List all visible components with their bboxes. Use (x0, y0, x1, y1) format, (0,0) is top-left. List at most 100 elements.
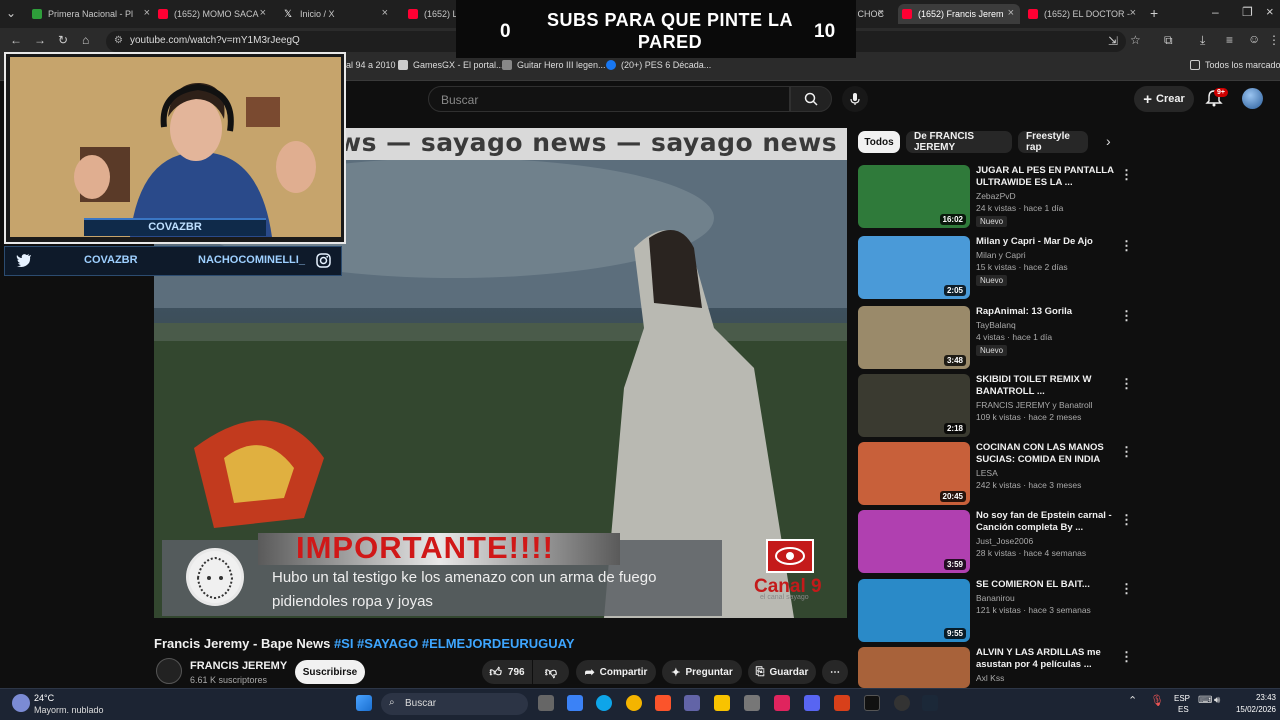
share-button[interactable]: ➦ Compartir (576, 660, 656, 684)
tray-chevron-icon[interactable]: ⌃ (1128, 694, 1137, 707)
taskbar-search[interactable]: ⌕ Buscar (381, 693, 528, 715)
recommendation-channel[interactable]: Just_Jose2006 (976, 536, 1033, 546)
chip-all[interactable]: Todos (858, 131, 900, 153)
minimize-icon[interactable]: – (1212, 5, 1219, 19)
more-vert-icon[interactable]: ⋮ (1120, 238, 1133, 254)
clock-date[interactable]: 15/02/2026 (1230, 705, 1276, 714)
bookmark-star-icon[interactable]: ☆ (1130, 33, 1141, 47)
voice-search-button[interactable] (842, 86, 868, 112)
discord-icon[interactable] (804, 695, 820, 711)
tab-search-icon[interactable]: ⌄ (6, 6, 16, 20)
download-icon[interactable]: ⤓ (1200, 33, 1205, 48)
recommendation-channel[interactable]: Axl Kss (976, 673, 1004, 683)
weather-icon[interactable] (12, 694, 30, 712)
close-icon[interactable]: × (878, 7, 884, 19)
widgets-icon[interactable] (567, 695, 583, 711)
recommendation-item[interactable]: 9:55 SE COMIERON EL BAIT... Bananirou 121 k… (858, 579, 1138, 643)
chip-freestyle[interactable]: Freestyle rap (1018, 131, 1088, 153)
recommendation-channel[interactable]: ZebazPvD (976, 191, 1016, 201)
video-hashtags[interactable]: #SI #SAYAGO #ELMEJORDEURUGUAY (334, 636, 575, 651)
recommendation-title[interactable]: SE COMIERON EL BAIT... (976, 579, 1126, 591)
steam-icon[interactable] (922, 695, 938, 711)
more-actions-button[interactable]: ⋯ (822, 660, 848, 684)
video-thumbnail[interactable] (858, 647, 970, 688)
app-icon[interactable] (744, 695, 760, 711)
video-thumbnail[interactable]: 3:48 (858, 306, 970, 369)
more-vert-icon[interactable]: ⋮ (1120, 649, 1133, 665)
reload-icon[interactable]: ↻ (58, 33, 68, 47)
task-view-icon[interactable] (538, 695, 554, 711)
recommendation-channel[interactable]: Bananirou (976, 593, 1015, 603)
subscribe-button[interactable]: Suscribirse (295, 660, 365, 684)
tab-2[interactable]: (1652) MOMO SACA × (154, 4, 272, 24)
close-icon[interactable]: × (382, 7, 388, 19)
recommendation-title[interactable]: JUGAR AL PES EN PANTALLA ULTRAWIDE ES LA… (976, 165, 1126, 189)
install-icon[interactable]: ⇲ (1108, 34, 1118, 48)
profile-emoji-icon[interactable]: ☺ (1248, 32, 1260, 46)
recommendation-item[interactable]: 3:59 No soy fan de Epstein carnal - Canci… (858, 510, 1138, 574)
recommendation-title[interactable]: Milan y Capri - Mar De Ajo (976, 236, 1126, 248)
more-vert-icon[interactable]: ⋮ (1120, 581, 1133, 597)
channel-name[interactable]: FRANCIS JEREMY (190, 660, 287, 672)
more-vert-icon[interactable]: ⋮ (1120, 167, 1133, 183)
back-icon[interactable]: ← (10, 33, 22, 47)
wifi-icon[interactable]: ⌨ (1198, 695, 1212, 706)
obs-icon[interactable] (864, 695, 880, 711)
file-explorer-icon[interactable] (714, 695, 730, 711)
recommendation-item[interactable]: 20:45 COCINAN CON LAS MANOS SUCIAS: COMID… (858, 442, 1138, 506)
recommendation-channel[interactable]: TayBalanq (976, 320, 1016, 330)
home-icon[interactable]: ⌂ (82, 33, 89, 47)
close-icon[interactable]: × (260, 7, 266, 19)
search-button[interactable] (790, 86, 832, 112)
recommendation-channel[interactable]: FRANCIS JEREMY y Banatroll (976, 400, 1093, 410)
bookmark-2[interactable]: GamesGX - El portal... (398, 60, 504, 70)
bookmark-4[interactable]: (20+) PES 6 Década... (606, 60, 711, 70)
teams-icon[interactable] (684, 695, 700, 711)
close-icon[interactable]: × (1130, 7, 1136, 19)
save-button[interactable]: ⎘ Guardar (748, 660, 816, 684)
extensions-icon[interactable]: ⧉ (1164, 33, 1173, 48)
microphone-tray-icon[interactable]: 🎙︎ (1150, 694, 1164, 707)
like-button[interactable]: 👍︎ 796 (482, 660, 532, 684)
app-icon-4[interactable] (894, 695, 910, 711)
create-button[interactable]: + Crear (1134, 86, 1194, 112)
recommendation-title[interactable]: No soy fan de Epstein carnal - Canción c… (976, 510, 1126, 534)
close-window-icon[interactable]: × (1266, 4, 1274, 19)
recommendation-item[interactable]: 16:02 JUGAR AL PES EN PANTALLA ULTRAWIDE … (858, 165, 1138, 229)
start-icon[interactable] (356, 695, 372, 711)
weather-desc[interactable]: Mayorm. nublado (34, 705, 104, 715)
tab-active[interactable]: (1652) Francis Jerem × (898, 4, 1020, 24)
keyboard-layout[interactable]: ES (1178, 705, 1189, 714)
dislike-button[interactable]: 👎︎ (533, 660, 569, 684)
tab-1[interactable]: Primera Nacional - Pl × (28, 4, 156, 24)
reading-list-icon[interactable]: ≡ (1226, 33, 1233, 47)
recommendation-item[interactable]: 3:48 RapAnimal: 13 Gorila TayBalanq 4 vista… (858, 306, 1138, 370)
brave-icon[interactable] (655, 695, 671, 711)
more-vert-icon[interactable]: ⋮ (1120, 444, 1133, 460)
video-thumbnail[interactable]: 2:05 (858, 236, 970, 299)
chevron-right-icon[interactable]: › (1106, 133, 1111, 149)
weather-temp[interactable]: 24°C (34, 693, 54, 703)
recommendation-item[interactable]: 2:05 Milan y Capri - Mar De Ajo Milan y Ca… (858, 236, 1138, 300)
tab-8[interactable]: (1652) EL DOCTOR - × (1024, 4, 1142, 24)
user-avatar[interactable] (1242, 88, 1263, 109)
clock-time[interactable]: 23:43 (1244, 693, 1276, 702)
maximize-icon[interactable]: ❐ (1242, 5, 1253, 19)
video-thumbnail[interactable]: 20:45 (858, 442, 970, 505)
recommendation-title[interactable]: SKIBIDI TOILET REMIX W BANATROLL ... (976, 374, 1126, 398)
search-input[interactable]: Buscar (428, 86, 790, 112)
recommendation-channel[interactable]: LESA (976, 468, 998, 478)
chip-channel[interactable]: De FRANCIS JEREMY (906, 131, 1012, 153)
recommendation-channel[interactable]: Milan y Capri (976, 250, 1026, 260)
close-icon[interactable]: × (1008, 7, 1014, 19)
video-thumbnail[interactable]: 16:02 (858, 165, 970, 228)
edge-icon[interactable] (596, 695, 612, 711)
volume-icon[interactable]: 🔊︎ (1214, 695, 1220, 706)
bookmark-1[interactable]: al 94 a 2010 (346, 60, 396, 70)
recommendation-title[interactable]: ALVIN Y LAS ARDILLAS me asustan por 4 pe… (976, 647, 1126, 671)
chrome-icon[interactable] (626, 695, 642, 711)
recommendation-item[interactable]: ALVIN Y LAS ARDILLAS me asustan por 4 pe… (858, 647, 1138, 688)
more-vert-icon[interactable]: ⋮ (1120, 512, 1133, 528)
recommendation-title[interactable]: COCINAN CON LAS MANOS SUCIAS: COMIDA EN … (976, 442, 1126, 466)
ask-button[interactable]: ✦ Preguntar (662, 660, 742, 684)
